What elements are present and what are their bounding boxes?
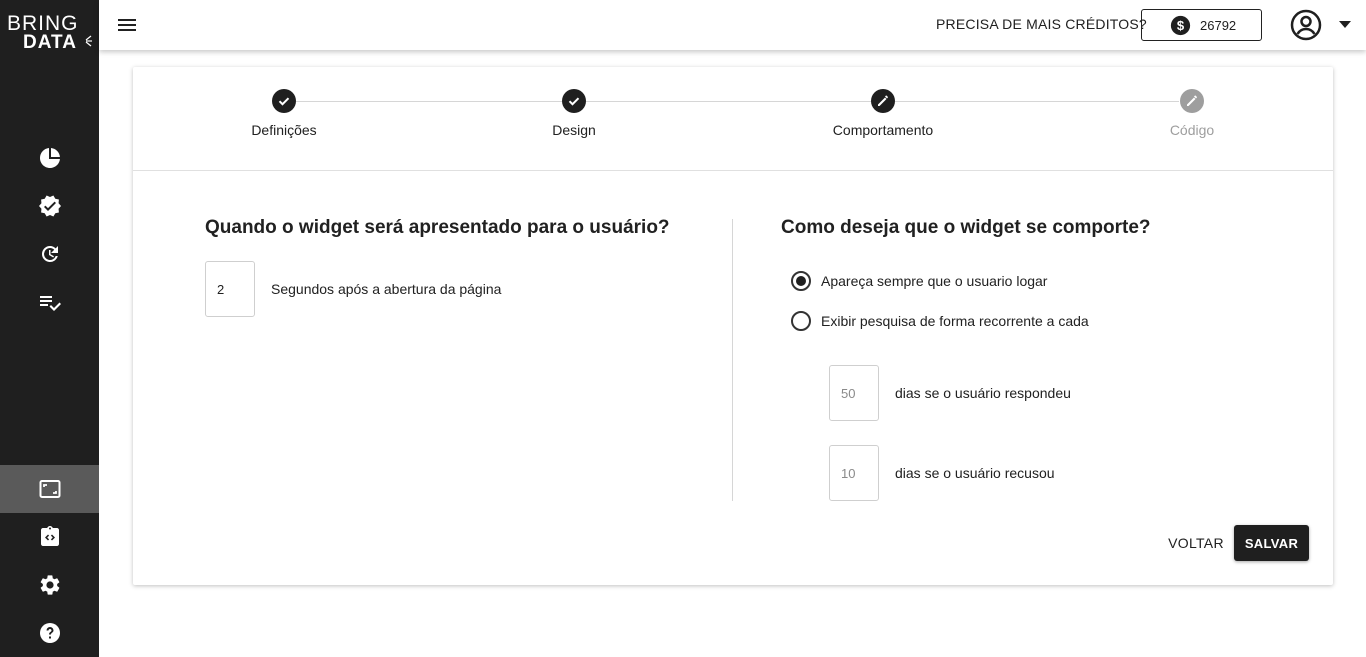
pie-chart-icon [39,148,60,168]
step-design[interactable]: Design [494,89,654,138]
sidebar: BRING DATA [0,0,99,657]
days-answered-label: dias se o usuário respondeu [895,385,1071,401]
brand-line-2: DATA [23,32,77,53]
days-refused-input[interactable] [829,445,879,501]
history-icon [41,246,58,262]
dollar-coin-icon: $ [1170,15,1191,36]
radio-always-show[interactable] [791,271,811,291]
step-comportamento[interactable]: Comportamento [803,89,963,138]
radio-selected-dot [796,276,806,286]
days-refused-label: dias se o usuário recusou [895,465,1055,481]
credits-balance[interactable]: $ 26792 [1141,9,1262,41]
sidebar-item-checklist[interactable] [0,278,99,326]
user-avatar-icon[interactable] [1290,9,1322,41]
option-always-label[interactable]: Apareça sempre que o usuario logar [821,273,1047,289]
save-button[interactable]: SALVAR [1234,525,1309,561]
credits-value: 26792 [1200,18,1237,33]
gear-icon [40,575,59,595]
help-icon [39,623,60,643]
sidebar-item-settings[interactable] [0,561,99,609]
option-recurrent-label[interactable]: Exibir pesquisa de forma recorrente a ca… [821,313,1089,329]
top-bar: PRECISA DE MAIS CRÉDITOS? $ 26792 [99,0,1366,50]
sidebar-item-verified[interactable] [0,182,99,230]
pencil-icon [1187,95,1197,106]
step-disabled-badge [1180,89,1204,113]
pencil-icon [878,95,888,106]
brand-spark-icon [85,35,92,47]
seconds-delay-input[interactable] [205,261,255,317]
stepper: Definições Design Comportamento Código [133,67,1333,171]
checklist-icon [39,296,61,311]
step-done-badge [272,89,296,113]
sidebar-item-history[interactable] [0,230,99,278]
sidebar-item-dashboard[interactable] [0,134,99,182]
check-icon [568,97,580,106]
sidebar-item-widgets[interactable] [0,465,99,513]
widget-frame-icon [39,480,60,498]
step-label: Comportamento [832,122,934,138]
svg-text:$: $ [1177,18,1185,33]
caret-down-icon[interactable] [1338,17,1352,31]
check-icon [278,97,290,106]
back-button[interactable]: VOLTAR [1163,533,1229,553]
brand-line-1: BRING [7,12,79,35]
step-definicoes[interactable]: Definições [204,89,364,138]
sidebar-item-code[interactable] [0,513,99,561]
credits-prompt-link[interactable]: PRECISA DE MAIS CRÉDITOS? [936,16,1147,32]
behavior-title: Como deseja que o widget se comporte? [781,217,1151,238]
sidebar-item-help[interactable] [0,609,99,657]
widget-behavior-card: Definições Design Comportamento Código Q… [133,67,1333,585]
radio-recurrent[interactable] [791,311,811,331]
step-label: Design [552,122,596,138]
column-divider [732,219,733,501]
hamburger-menu-icon[interactable] [115,13,139,37]
step-editing-badge [871,89,895,113]
step-done-badge [562,89,586,113]
step-codigo: Código [1112,89,1272,138]
seconds-delay-label: Segundos após a abertura da página [271,281,502,297]
brand-logo[interactable]: BRING DATA [7,12,95,54]
days-answered-input[interactable] [829,365,879,421]
step-label: Definições [251,122,317,138]
code-clipboard-icon [40,526,59,546]
display-timing-title: Quando o widget será apresentado para o … [205,217,670,238]
verified-badge-icon [38,195,61,217]
step-label: Código [1169,122,1215,138]
